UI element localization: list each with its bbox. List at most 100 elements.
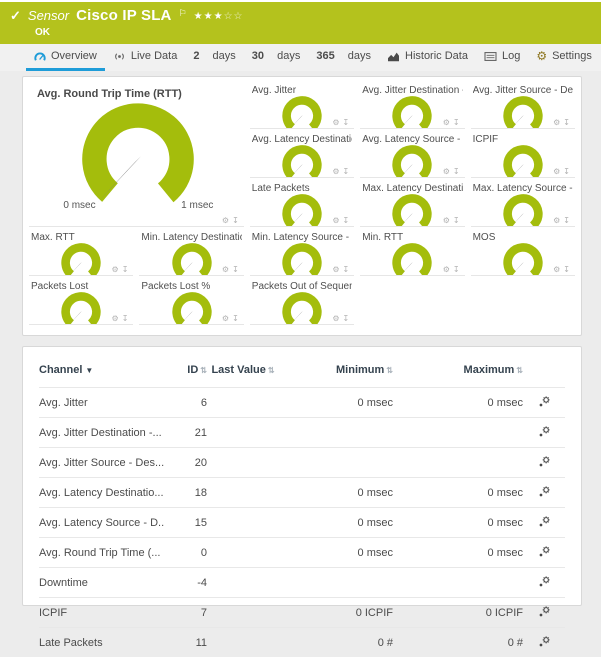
- column-header-id[interactable]: ID ⇅: [165, 361, 207, 387]
- gauge-gear-icon[interactable]: ⚙: [443, 119, 450, 127]
- gauge-tile[interactable]: Min. Latency Destination - So... ⚙↧: [139, 227, 244, 276]
- channel-actions-cell: [523, 626, 565, 657]
- gauge-pin-icon[interactable]: ↧: [232, 217, 239, 225]
- gauge-pin-icon[interactable]: ↧: [453, 266, 460, 274]
- gauge-pin-icon[interactable]: ↧: [453, 119, 460, 127]
- gauge-tile[interactable]: Avg. Jitter Source - Destination ⚙↧: [470, 80, 575, 129]
- tab-30-days[interactable]: 30 days: [244, 44, 309, 71]
- table-row: Avg. Latency Destinatio... 18 0 msec 0 msec: [39, 476, 565, 508]
- channel-actions-cell: [523, 536, 565, 568]
- column-header-minimum[interactable]: Minimum ⇅: [279, 361, 393, 387]
- gauge-pin-icon[interactable]: ↧: [453, 217, 460, 225]
- gauge-gear-icon[interactable]: ⚙: [332, 315, 339, 323]
- channel-maximum: 0 msec: [393, 386, 523, 418]
- gauge-tile[interactable]: Packets Out of Sequence ⚙↧: [249, 276, 355, 325]
- tab-live-data[interactable]: Live Data: [105, 44, 185, 71]
- gauge-tile[interactable]: Packets Lost ⚙ ↧: [29, 276, 134, 325]
- priority-stars[interactable]: ★★★☆☆: [194, 11, 244, 22]
- gauge-tile[interactable]: Min. RTT ⚙ ↧: [360, 227, 465, 276]
- gauge-gear-icon[interactable]: ⚙: [553, 217, 560, 225]
- tab-settings[interactable]: ⚙ Settings: [528, 44, 600, 71]
- channels-panel: Channel ▼ ID ⇅ Last Value ⇅ Minimum ⇅ Maximu…: [22, 346, 582, 657]
- gauge-gear-icon[interactable]: ⚙: [332, 266, 339, 274]
- gauge-pin-icon[interactable]: ↧: [453, 168, 460, 176]
- gauge-tile[interactable]: Late Packets ⚙ ↧: [249, 178, 355, 227]
- tab-historic-data[interactable]: Historic Data: [379, 44, 476, 71]
- sort-icon: ⇅: [267, 366, 275, 375]
- channel-settings-gear-icon[interactable]: [538, 455, 551, 468]
- tab-number: 30: [251, 50, 265, 62]
- gauge-tile[interactable]: Max. Latency Source - Destin... ⚙↧: [470, 178, 575, 227]
- gauge-tile[interactable]: Avg. Jitter ⚙ ↧: [249, 80, 355, 129]
- gauge-gear-icon[interactable]: ⚙: [332, 168, 339, 176]
- channel-minimum: 0 ICPIF: [279, 596, 393, 628]
- gauge-gear-icon[interactable]: ⚙: [222, 217, 229, 225]
- gauge-pin-icon[interactable]: ↧: [342, 217, 349, 225]
- gauge-dial: [61, 292, 101, 324]
- gauge-pin-icon[interactable]: ↧: [563, 217, 570, 225]
- channel-settings-gear-icon[interactable]: [538, 575, 551, 588]
- gauge-tile[interactable]: Packets Lost % ⚙ ↧: [139, 276, 244, 325]
- channel-id: 6: [165, 386, 207, 418]
- gauge-pin-icon[interactable]: ↧: [563, 168, 570, 176]
- channel-settings-gear-icon[interactable]: [538, 425, 551, 438]
- gauge-pin-icon[interactable]: ↧: [232, 315, 239, 323]
- tab-365-days[interactable]: 365 days: [308, 44, 379, 71]
- gauge-tile[interactable]: Max. RTT ⚙ ↧: [29, 227, 134, 276]
- tab-overview[interactable]: Overview: [26, 44, 105, 71]
- gauge-dial: [392, 96, 433, 128]
- column-header-channel[interactable]: Channel ▼: [39, 361, 165, 387]
- gauge-tile[interactable]: Max. Latency Destination - So... ⚙↧: [360, 178, 465, 227]
- channel-id: 7: [165, 596, 207, 628]
- gauge-tile[interactable]: Avg. Jitter Destination - Source ⚙↧: [360, 80, 465, 129]
- gauge-pin-icon[interactable]: ↧: [342, 266, 349, 274]
- gauge-gear-icon[interactable]: ⚙: [443, 266, 450, 274]
- pause-flag-icon[interactable]: ⚐: [179, 8, 187, 19]
- gauge-gear-icon[interactable]: ⚙: [332, 217, 339, 225]
- gauge-gear-icon[interactable]: ⚙: [222, 266, 229, 274]
- gauge-gear-icon[interactable]: ⚙: [112, 315, 119, 323]
- channel-settings-gear-icon[interactable]: [538, 545, 551, 558]
- channel-settings-gear-icon[interactable]: [538, 395, 551, 408]
- gauge-gear-icon[interactable]: ⚙: [553, 266, 560, 274]
- gauge-gear-icon[interactable]: ⚙: [553, 168, 560, 176]
- gauge-gear-icon[interactable]: ⚙: [553, 119, 560, 127]
- channel-name: Avg. Latency Destinatio...: [39, 476, 165, 508]
- channel-settings-gear-icon[interactable]: [538, 485, 551, 498]
- gauge-tile-main[interactable]: Avg. Round Trip Time (RTT) 0 msec 1 msec…: [29, 80, 244, 227]
- gauge-pin-icon[interactable]: ↧: [563, 266, 570, 274]
- channel-actions-cell: [523, 506, 565, 538]
- gauge-tile[interactable]: Min. Latency Source - Destina... ⚙↧: [249, 227, 355, 276]
- channel-settings-gear-icon[interactable]: [538, 635, 551, 648]
- table-row: Avg. Jitter Destination -... 21: [39, 416, 565, 448]
- channel-settings-gear-icon[interactable]: [538, 515, 551, 528]
- tab-log[interactable]: Log: [476, 44, 528, 71]
- channel-maximum: [393, 566, 523, 598]
- tab-2-days[interactable]: 2 days: [185, 44, 243, 71]
- gauge-gear-icon[interactable]: ⚙: [443, 168, 450, 176]
- gauge-gear-icon[interactable]: ⚙: [222, 315, 229, 323]
- channel-settings-gear-icon[interactable]: [538, 605, 551, 618]
- column-header-maximum[interactable]: Maximum ⇅: [393, 361, 523, 387]
- log-list-icon: [484, 51, 497, 62]
- channel-maximum: 0 #: [393, 626, 523, 657]
- gauge-pin-icon[interactable]: ↧: [563, 119, 570, 127]
- gauge-tile[interactable]: Avg. Latency Source - Destin... ⚙↧: [360, 129, 465, 178]
- channel-id: 0: [165, 536, 207, 568]
- gauge-tile[interactable]: MOS ⚙ ↧: [470, 227, 575, 276]
- gauge-pin-icon[interactable]: ↧: [342, 119, 349, 127]
- sort-desc-icon: ▼: [85, 366, 94, 375]
- gauge-tile[interactable]: ICPIF ⚙ ↧: [470, 129, 575, 178]
- column-header-last-value[interactable]: Last Value ⇅: [207, 361, 279, 387]
- gauge-pin-icon[interactable]: ↧: [122, 266, 129, 274]
- gauge-pin-icon[interactable]: ↧: [342, 315, 349, 323]
- gauge-pin-icon[interactable]: ↧: [342, 168, 349, 176]
- gauge-tile[interactable]: Avg. Latency Destination - So... ⚙↧: [249, 129, 355, 178]
- sensor-type-label: Sensor: [27, 8, 70, 23]
- gauge-gear-icon[interactable]: ⚙: [332, 119, 339, 127]
- channel-maximum: [393, 446, 523, 478]
- gauge-gear-icon[interactable]: ⚙: [112, 266, 119, 274]
- gauge-pin-icon[interactable]: ↧: [122, 315, 129, 323]
- gauge-pin-icon[interactable]: ↧: [232, 266, 239, 274]
- gauge-gear-icon[interactable]: ⚙: [443, 217, 450, 225]
